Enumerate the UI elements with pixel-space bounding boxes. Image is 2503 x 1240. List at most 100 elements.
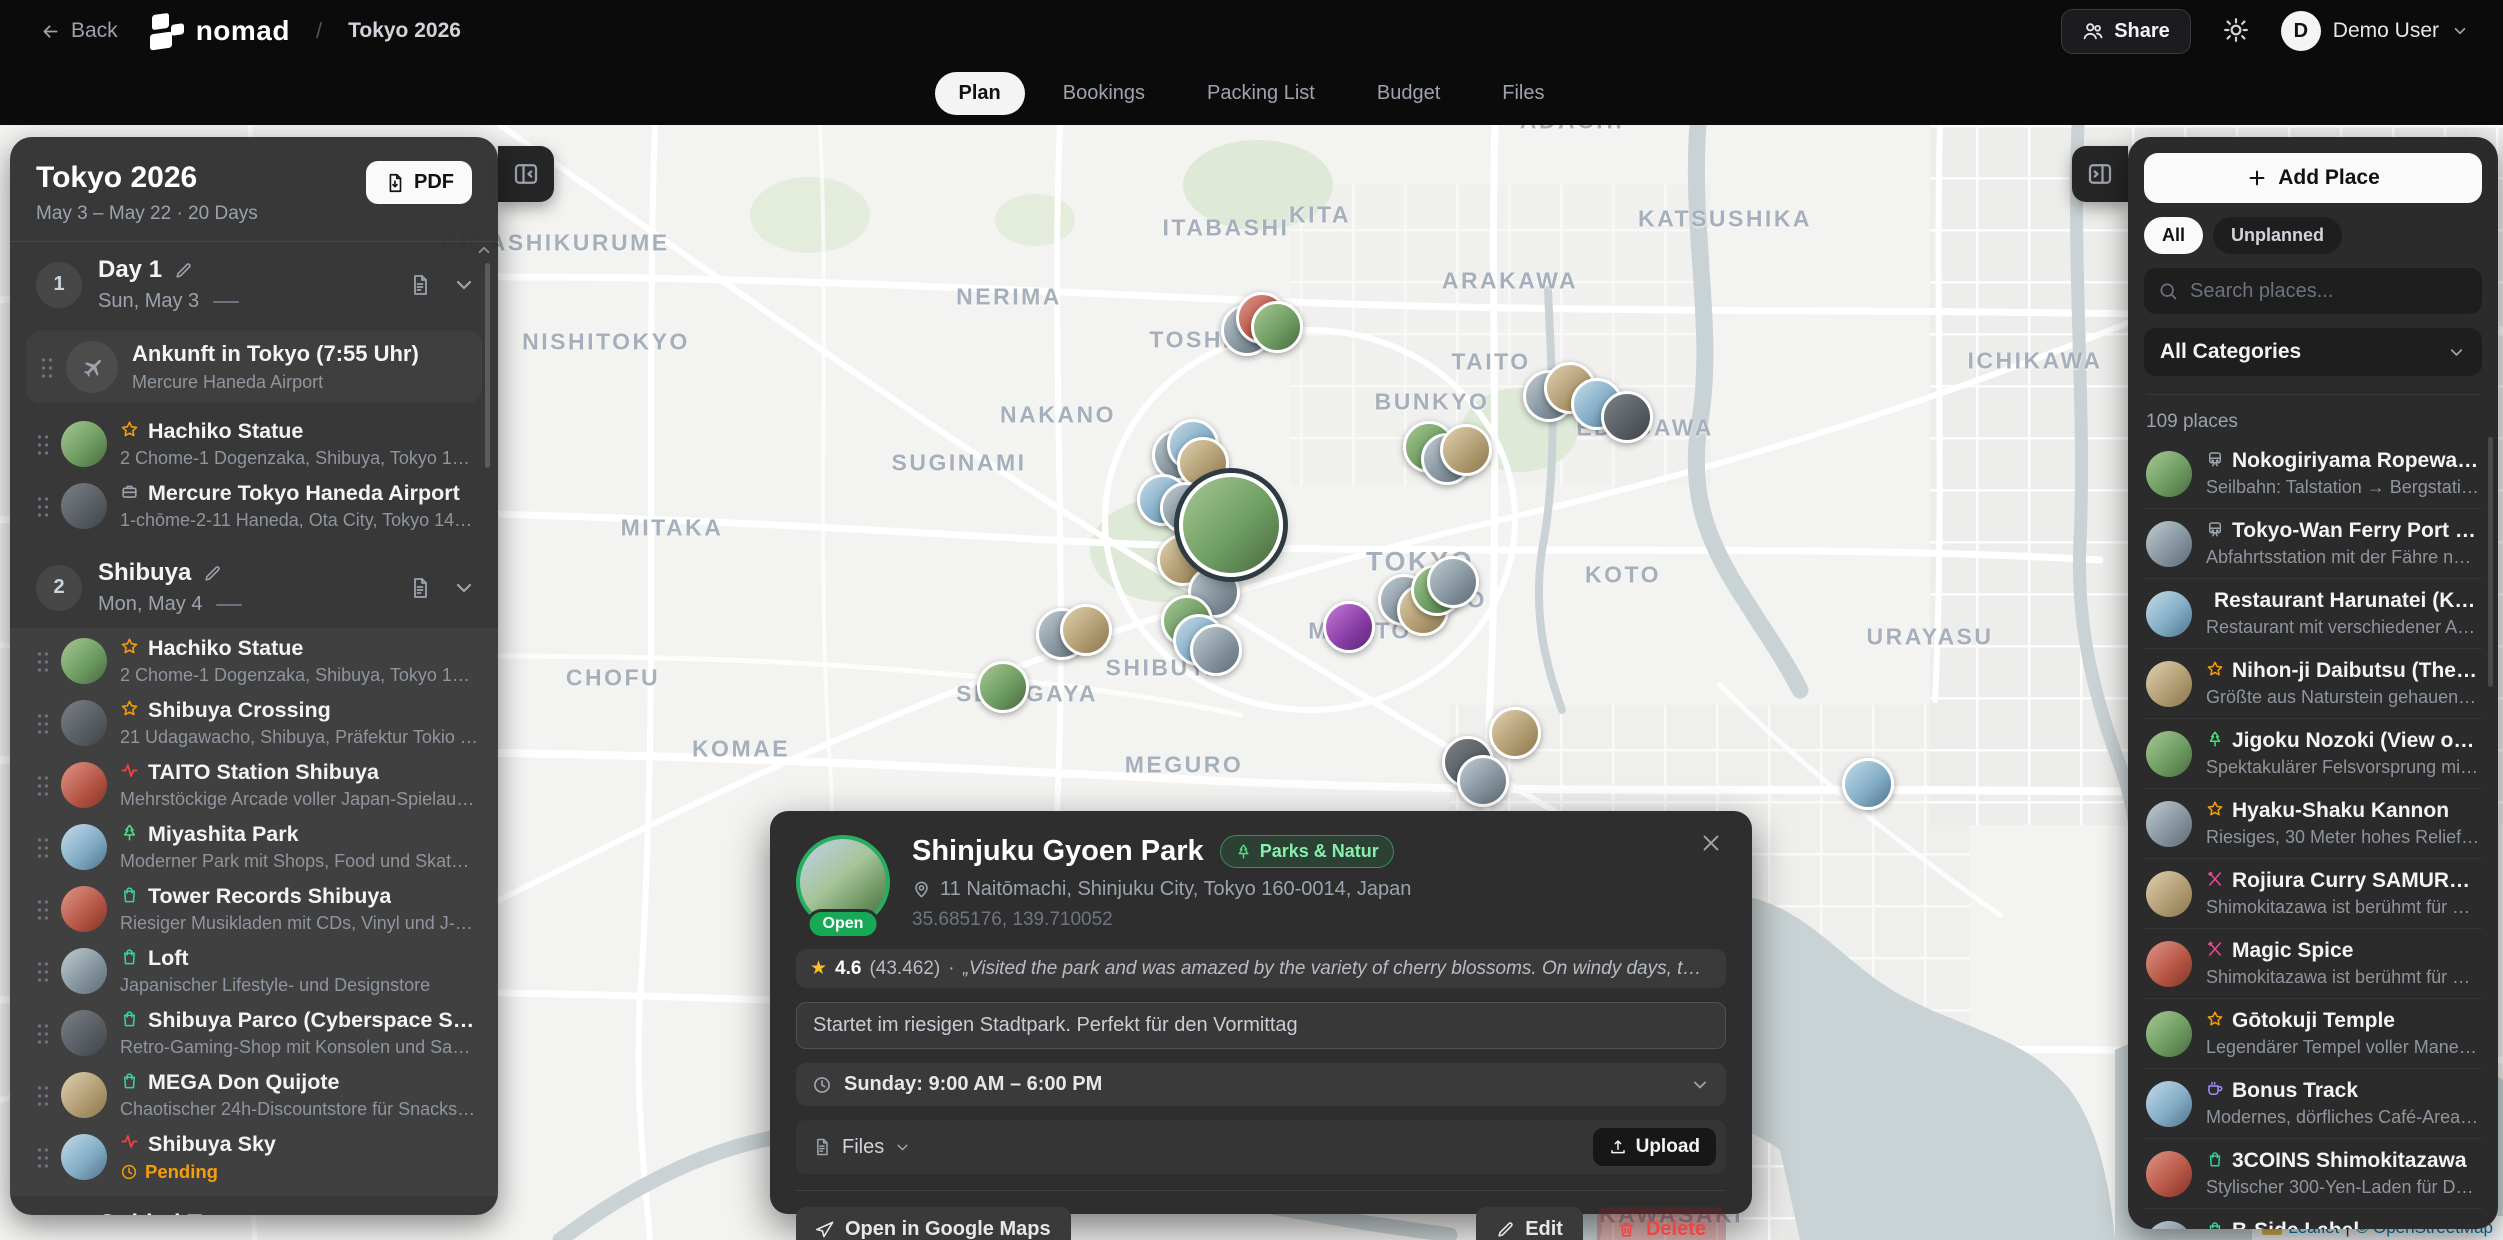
place-list-item[interactable]: 3COINS Shimokitazawa Stylischer 300-Yen-… [2144,1139,2482,1209]
place-list-item[interactable]: Jigoku Nozoki (View of Hell) Spektakulär… [2144,719,2482,789]
files-label: Files [842,1136,884,1159]
place-list-item[interactable]: Hyaku-Shaku Kannon Riesiges, 30 Meter ho… [2144,789,2482,859]
map-marker[interactable] [1601,391,1653,443]
tab-packing-list[interactable]: Packing List [1183,72,1339,115]
place-thumbnail [61,948,107,994]
search-box[interactable] [2144,268,2482,314]
map-marker-selected[interactable] [1179,473,1283,577]
document-icon[interactable] [408,273,432,297]
drag-handle[interactable] [36,712,48,734]
chevron-down-icon [1690,1075,1710,1095]
tab-budget[interactable]: Budget [1353,72,1464,115]
day-header[interactable]: 1 Day 1 Sun, May 3 [10,242,498,325]
drag-handle[interactable] [36,495,48,517]
drag-handle[interactable] [36,1084,48,1106]
upload-button[interactable]: Upload [1593,1128,1716,1166]
edit-label: Edit [1525,1218,1563,1240]
day-header[interactable]: 2 Shibuya Mon, May 4 [10,545,498,628]
map-marker[interactable] [977,661,1029,713]
day-header[interactable]: 3 Guided Tagestour nach Nikkō Tue, May 5 [10,1196,498,1215]
place-list-item[interactable]: Nokogiriyama Ropeway Sum... Seilbahn: Ta… [2144,439,2482,509]
search-input[interactable] [2188,279,2468,304]
scrollbar-thumb[interactable] [485,263,490,468]
place-thumbnail [2146,1221,2192,1230]
map-marker[interactable] [1427,556,1479,608]
itinerary-place-item[interactable]: Hachiko Statue 2 Chome-1 Dogenzaka, Shib… [10,630,498,692]
collapse-left-panel-button[interactable] [498,146,554,202]
pdf-export-button[interactable]: PDF [366,161,472,204]
itinerary-place-item[interactable]: MEGA Don Quijote Chaotischer 24h-Discoun… [10,1064,498,1126]
add-place-label: Add Place [2278,166,2380,190]
place-list-item[interactable]: Tokyo-Wan Ferry Port Kuriha... Abfahrtss… [2144,509,2482,579]
place-list-item[interactable]: Bonus Track Modernes, dörfliches Café-Ar… [2144,1069,2482,1139]
place-thumbnail [2146,941,2192,987]
itinerary-place-item[interactable]: Shibuya Crossing 21 Udagawacho, Shibuya,… [10,692,498,754]
milestone-card[interactable]: Ankunft in Tokyo (7:55 Uhr) Mercure Hane… [26,331,482,403]
day-title: Guided Tagestour nach Nikkō [98,1210,361,1215]
tab-bookings[interactable]: Bookings [1039,72,1169,115]
drag-handle[interactable] [40,356,52,378]
drag-handle[interactable] [36,960,48,982]
drag-handle[interactable] [36,836,48,858]
document-icon[interactable] [408,576,432,600]
scrollbar-thumb[interactable] [2488,437,2493,687]
place-thumbnail [2146,871,2192,917]
collapse-right-panel-button[interactable] [2072,146,2128,202]
pencil-icon[interactable] [174,261,193,280]
opening-hours-row[interactable]: Sunday: 9:00 AM – 6:00 PM [796,1063,1726,1106]
itinerary-place-item[interactable]: Hachiko Statue 2 Chome-1 Dogenzaka, Shib… [10,413,498,475]
tab-files[interactable]: Files [1478,72,1568,115]
place-list-item[interactable]: B-Side Label Hochwertige, wasserfeste St… [2144,1209,2482,1229]
map-marker[interactable] [1842,758,1894,810]
itinerary-place-item[interactable]: Miyashita Park Moderner Park mit Shops, … [10,816,498,878]
tab-plan[interactable]: Plan [935,72,1025,115]
drag-handle[interactable] [36,1022,48,1044]
day-title: Day 1 [98,256,162,284]
drag-handle[interactable] [36,1146,48,1168]
filter-pills: All Unplanned [2144,217,2482,254]
filter-pill-unplanned[interactable]: Unplanned [2213,217,2342,254]
theme-toggle-button[interactable] [2217,16,2255,47]
files-row[interactable]: Files Upload [796,1120,1726,1174]
edit-button[interactable]: Edit [1476,1207,1583,1240]
pencil-icon[interactable] [203,564,222,583]
itinerary-place-item[interactable]: Shibuya Parco (Cyberspace Shibuya) Retro… [10,1002,498,1064]
map-marker[interactable] [1251,301,1303,353]
place-list-item[interactable]: Magic Spice Shimokitazawa ist berühmt fü… [2144,929,2482,999]
filter-pill-all[interactable]: All [2144,217,2203,254]
place-list-item[interactable]: Nihon-ji Daibutsu (The Great ... Größte … [2144,649,2482,719]
itinerary-place-item[interactable]: Shibuya Sky Pending [10,1126,498,1188]
itinerary-place-item[interactable]: Mercure Tokyo Haneda Airport 1-chōme-2-1… [10,475,498,537]
itinerary-place-item[interactable]: TAITO Station Shibuya Mehrstöckige Arcad… [10,754,498,816]
drag-handle[interactable] [36,433,48,455]
map-marker[interactable] [1457,755,1509,807]
user-menu[interactable]: D Demo User [2281,11,2469,51]
drag-handle[interactable] [36,650,48,672]
map-marker[interactable] [1323,601,1375,653]
itinerary-place-item[interactable]: Loft Japanischer Lifestyle- und Designst… [10,940,498,1002]
back-button[interactable]: Back [34,18,124,44]
drag-handle[interactable] [36,898,48,920]
open-google-maps-button[interactable]: Open in Google Maps [796,1207,1071,1240]
place-list-item[interactable]: Rojiura Curry SAMURAI. Shim... Shimokita… [2144,859,2482,929]
close-icon[interactable] [1694,831,1728,861]
chevron-down-icon[interactable] [452,576,476,600]
place-list-item[interactable]: Restaurant Harunatei (Kanaya Po... Resta… [2144,579,2482,649]
day-title: Shibuya [98,559,191,587]
drag-handle[interactable] [36,774,48,796]
share-button[interactable]: Share [2061,9,2191,54]
map-marker[interactable] [1190,624,1242,676]
place-thumbnail [61,886,107,932]
app-logo[interactable]: nomad [150,12,290,50]
category-filter-select[interactable]: All Categories [2144,328,2482,376]
place-list-item[interactable]: Gōtokuji Temple Legendärer Tempel voller… [2144,999,2482,1069]
map-marker[interactable] [1060,604,1112,656]
itinerary-place-item[interactable]: Tower Records Shibuya Riesiger Musiklade… [10,878,498,940]
add-place-button[interactable]: Add Place [2144,153,2482,203]
delete-button[interactable]: Delete [1597,1207,1726,1240]
chevron-down-icon[interactable] [452,273,476,297]
map-marker[interactable] [1440,424,1492,476]
scroll-up-icon[interactable] [475,241,493,259]
map-marker[interactable] [1489,707,1541,759]
note-input[interactable] [796,1002,1726,1049]
